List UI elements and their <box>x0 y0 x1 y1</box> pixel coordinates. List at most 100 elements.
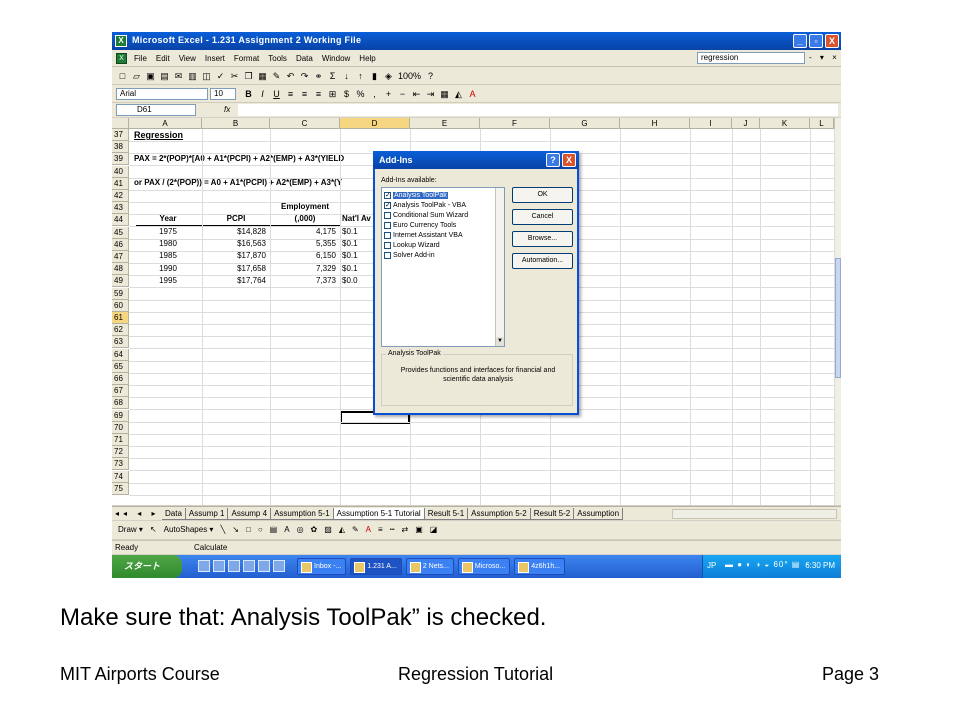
taskbar-button[interactable]: 4z6h1h... <box>514 558 566 575</box>
tray-icons[interactable]: ▬ ● ◐ ◑ ◒ 60° ▤ ◔ <box>725 560 809 569</box>
table-cell-pcpi[interactable]: $17,870 <box>202 250 266 262</box>
paste-icon[interactable]: ▦ <box>258 71 267 82</box>
sheet-tab[interactable]: Assump 1 <box>185 508 229 520</box>
shadow-icon[interactable]: ▣ <box>415 525 423 534</box>
wordart-icon[interactable]: A <box>284 525 289 534</box>
row-header-47[interactable]: 47 <box>112 251 129 263</box>
table-cell-emp[interactable]: 6,150 <box>270 250 336 262</box>
checked-checkbox[interactable]: ✓ <box>384 201 391 209</box>
quicklaunch-icon[interactable] <box>273 560 285 572</box>
cancel-button[interactable]: Cancel <box>512 209 573 225</box>
close-button[interactable]: X <box>825 34 839 48</box>
row-header-67[interactable]: 67 <box>112 385 129 398</box>
addin-item[interactable]: Lookup Wizard <box>384 240 440 250</box>
table-cell-year[interactable]: 1990 <box>136 263 200 275</box>
copy-icon[interactable]: ❐ <box>244 71 253 82</box>
automation-button[interactable]: Automation... <box>512 253 573 269</box>
column-header-l[interactable]: L <box>810 118 834 129</box>
maximize-button[interactable]: ▫ <box>809 34 823 48</box>
sheet-tab[interactable]: Assumption <box>574 508 624 520</box>
table-cell-year[interactable]: 1985 <box>136 250 200 262</box>
help-icon[interactable]: ? <box>426 71 435 82</box>
row-header-42[interactable]: 42 <box>112 190 129 202</box>
quicklaunch-icon[interactable] <box>258 560 270 572</box>
underline-icon[interactable]: U <box>272 89 281 100</box>
font-name-box[interactable]: Arial <box>116 88 208 100</box>
column-header-h[interactable]: H <box>620 118 690 129</box>
dialog-help-button[interactable]: ? <box>546 153 560 167</box>
table-cell-emp[interactable]: 5,355 <box>270 238 336 250</box>
row-header-61[interactable]: 61 <box>112 312 129 324</box>
workbook-window-controls[interactable]: - ▾ × <box>809 53 840 62</box>
unchecked-checkbox[interactable] <box>384 211 391 219</box>
sheet-tab[interactable]: Result 5-1 <box>424 508 469 520</box>
row-header-75[interactable]: 75 <box>112 482 129 495</box>
unchecked-checkbox[interactable] <box>384 231 391 239</box>
fill-color-icon[interactable]: ◭ <box>339 525 345 534</box>
fill-color-icon[interactable]: ◭ <box>454 89 463 100</box>
redo-icon[interactable]: ↷ <box>300 71 309 82</box>
checked-checkbox[interactable]: ✓ <box>384 191 391 199</box>
table-cell-emp[interactable]: 7,329 <box>270 263 336 275</box>
column-header-g[interactable]: G <box>550 118 620 129</box>
dialog-close-button[interactable]: X <box>562 153 576 167</box>
add-ins-list-scrollbar[interactable]: ▼ <box>495 188 504 346</box>
clock[interactable]: 6:30 PM <box>805 561 835 570</box>
quicklaunch-icon[interactable] <box>228 560 240 572</box>
row-header-38[interactable]: 38 <box>112 141 129 154</box>
zoom-box[interactable]: 100% <box>398 71 421 82</box>
align-right-icon[interactable]: ≡ <box>314 89 323 100</box>
table-cell-emp[interactable]: 7,373 <box>270 275 336 287</box>
row-header-41[interactable]: 41 <box>112 177 129 190</box>
picture-icon[interactable]: ▨ <box>324 525 332 534</box>
menu-window[interactable]: Window <box>322 54 350 63</box>
row-header-69[interactable]: 69 <box>112 409 129 422</box>
row-header-65[interactable]: 65 <box>112 360 129 373</box>
font-color-icon[interactable]: A <box>366 525 371 534</box>
save-icon[interactable]: ▣ <box>146 71 155 82</box>
taskbar-button[interactable]: 1.231 A... <box>350 558 402 575</box>
cut-icon[interactable]: ✂ <box>230 71 239 82</box>
select-all-corner[interactable] <box>112 118 129 129</box>
row-header-48[interactable]: 48 <box>112 263 129 276</box>
diagram-icon[interactable]: ◎ <box>297 525 304 534</box>
table-cell-pcpi[interactable]: $14,828 <box>202 226 266 238</box>
quicklaunch-icon[interactable] <box>198 560 210 572</box>
vertical-scrollbar[interactable] <box>834 118 841 505</box>
minimize-button[interactable]: _ <box>793 34 807 48</box>
arrow-style-icon[interactable]: ⇄ <box>402 525 409 534</box>
table-cell-pcpi[interactable]: $17,658 <box>202 263 266 275</box>
center-icon[interactable]: ≡ <box>300 89 309 100</box>
table-cell-year[interactable]: 1980 <box>136 238 200 250</box>
row-header-46[interactable]: 46 <box>112 238 129 251</box>
addin-item[interactable]: Solver Add-in <box>384 250 435 260</box>
merge-center-icon[interactable]: ⊞ <box>328 89 337 100</box>
unchecked-checkbox[interactable] <box>384 241 391 249</box>
formula-input[interactable] <box>238 104 838 116</box>
row-header-59[interactable]: 59 <box>112 287 129 300</box>
ok-button[interactable]: OK <box>512 187 573 203</box>
excel-app-icon[interactable]: X <box>115 35 127 47</box>
print-icon[interactable]: ▥ <box>188 71 197 82</box>
menu-edit[interactable]: Edit <box>156 54 170 63</box>
browse-button[interactable]: Browse... <box>512 231 573 247</box>
row-header-72[interactable]: 72 <box>112 446 129 459</box>
clipart-icon[interactable]: ✿ <box>311 525 318 534</box>
format-painter-icon[interactable]: ✎ <box>272 71 281 82</box>
print-preview-icon[interactable]: ◫ <box>202 71 211 82</box>
language-indicator[interactable]: JP <box>707 561 716 570</box>
row-header-63[interactable]: 63 <box>112 336 129 349</box>
table-cell-pcpi[interactable]: $16,563 <box>202 238 266 250</box>
table-cell-natl[interactable]: $0.1 <box>342 250 372 262</box>
bold-icon[interactable]: B <box>244 89 253 100</box>
column-header-d[interactable]: D <box>340 118 410 129</box>
dash-style-icon[interactable]: ┅ <box>390 525 395 534</box>
drawing-icon[interactable]: ◈ <box>384 71 393 82</box>
decrease-decimal-icon[interactable]: − <box>398 89 407 100</box>
table-cell-year[interactable]: 1975 <box>136 226 200 238</box>
oval-icon[interactable]: ○ <box>258 525 263 534</box>
sheet-tab[interactable]: Result 5-2 <box>530 508 575 520</box>
menu-format[interactable]: Format <box>234 54 259 63</box>
addin-item[interactable]: Euro Currency Tools <box>384 220 456 230</box>
row-header-66[interactable]: 66 <box>112 373 129 385</box>
